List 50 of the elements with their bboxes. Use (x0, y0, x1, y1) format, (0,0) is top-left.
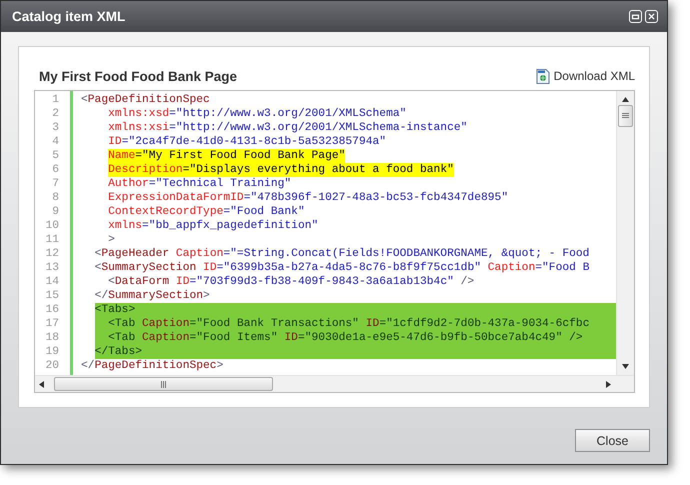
scroll-right-icon[interactable] (606, 380, 611, 388)
line-number: 4 (51, 135, 59, 149)
code-line: <DataForm ID="703f99d3-fb38-409f-9843-3a6a1ab13b4c" /> (108, 275, 474, 289)
line-number: 14 (44, 275, 59, 289)
close-button[interactable]: Close (575, 429, 650, 452)
line-number: 15 (44, 289, 59, 303)
code-line: xmlns="bb_appfx_pagedefinition" (108, 219, 318, 233)
download-xml-link[interactable]: Download XML (554, 69, 635, 83)
code-line: </SummarySection> (94, 289, 210, 303)
line-number: 5 (51, 149, 59, 163)
line-number: 8 (51, 191, 59, 205)
line-number: 2 (51, 107, 59, 121)
window-title: Catalog item XML (12, 9, 126, 24)
maximize-icon[interactable] (629, 10, 642, 23)
code-line: ContextRecordType="Food Bank" (108, 205, 305, 219)
scroll-down-icon[interactable] (622, 364, 629, 369)
line-number: 13 (44, 261, 59, 275)
code-line: <PageDefinitionSpec (81, 93, 210, 107)
line-number: 20 (44, 359, 59, 373)
code-line: Author="Technical Training" (108, 177, 292, 191)
scroll-up-icon[interactable] (622, 97, 629, 102)
line-number: 11 (44, 233, 59, 247)
line-number: 1 (51, 93, 59, 107)
line-number: 6 (51, 163, 59, 177)
line-number: 3 (51, 121, 59, 135)
scrollbar-thumb[interactable] (54, 377, 273, 391)
line-number: 17 (44, 317, 59, 331)
horizontal-scrollbar[interactable] (35, 375, 617, 392)
line-number: 12 (44, 247, 59, 261)
code-line: ID="2ca4f7de-41d0-4131-8c1b-5a532385794a" (108, 135, 386, 149)
line-number: 19 (44, 345, 59, 359)
line-number: 18 (44, 331, 59, 345)
code-line: <PageHeader Caption="=String.Concat(Fields!FOODBANKORGNAME, &quot; - Food (94, 247, 590, 261)
line-number: 10 (44, 219, 59, 233)
code-line: </PageDefinitionSpec> (81, 359, 224, 373)
scrollbar-thumb[interactable] (618, 105, 633, 127)
code-line: <SummarySection ID="6399b35a-b27a-4da5-8c76-b8f9f75cc1db" Caption="Food B (94, 261, 590, 275)
vertical-scrollbar[interactable] (616, 91, 634, 375)
code-line: xmlns:xsd="http://www.w3.org/2001/XMLSchema" (108, 107, 406, 121)
document-icon (536, 68, 550, 84)
panel-title: My First Food Food Bank Page (38, 68, 238, 84)
line-number: 9 (51, 205, 59, 219)
code-line: xmlns:xsi="http://www.w3.org/2001/XMLSchema-instance" (108, 121, 468, 135)
scrollbar-corner (617, 375, 634, 392)
code-line: > (108, 233, 115, 247)
line-number: 7 (51, 177, 59, 191)
close-icon[interactable] (645, 10, 658, 23)
line-number: 16 (44, 303, 59, 317)
scroll-left-icon[interactable] (39, 380, 44, 388)
code-line: ExpressionDataFormID="478b396f-1027-48a3-bc53-fcb4347de895" (108, 191, 508, 205)
